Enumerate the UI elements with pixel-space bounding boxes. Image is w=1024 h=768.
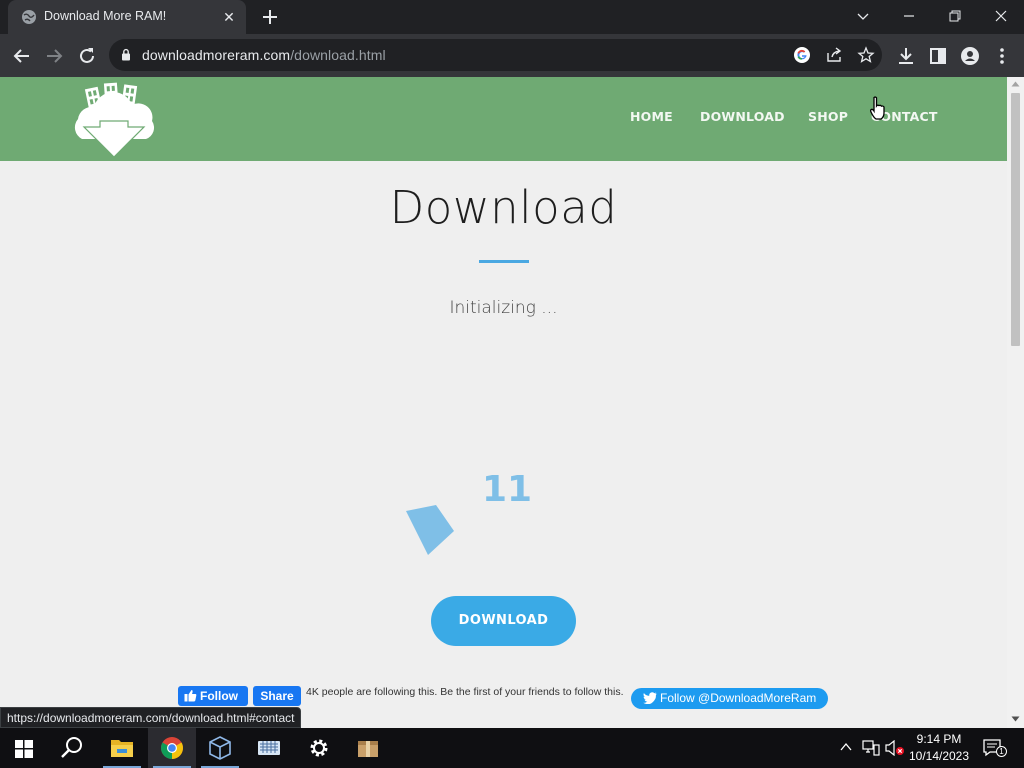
url-path: /download.html (290, 47, 386, 63)
facebook-share-button[interactable]: Share (253, 686, 301, 706)
twitter-follow-button[interactable]: Follow @DownloadMoreRam (631, 688, 828, 709)
package-icon (358, 741, 378, 757)
settings-button[interactable] (295, 728, 343, 768)
chevron-down-icon (857, 13, 869, 20)
nav-home[interactable]: HOME (630, 109, 673, 124)
browser-tab[interactable]: Download More RAM! ✕ (8, 0, 246, 34)
browser-toolbar: downloadmoreram.com/download.html (0, 34, 1024, 77)
minimize-icon (904, 15, 914, 17)
globe-icon (22, 10, 36, 24)
thumbs-up-icon (184, 690, 197, 702)
loading-spinner-icon (406, 505, 454, 555)
facebook-follow-text: 4K people are following this. Be the fir… (306, 686, 624, 698)
volume-muted-icon[interactable] (885, 740, 905, 756)
network-icon[interactable] (862, 740, 880, 756)
restore-icon (949, 10, 961, 22)
scroll-thumb[interactable] (1011, 93, 1020, 346)
tab-strip: Download More RAM! ✕ (0, 0, 1024, 34)
keyboard-app-button[interactable] (245, 728, 293, 768)
close-window-button[interactable] (978, 0, 1024, 32)
clock-time: 9:14 PM (916, 732, 962, 746)
bookmark-star-icon[interactable] (857, 46, 875, 64)
windows-logo-icon (15, 740, 33, 758)
web-page: HOME DOWNLOAD SHOP CONTACT Download Init… (0, 77, 1007, 728)
chrome-taskbar-button[interactable] (148, 728, 196, 768)
restore-button[interactable] (932, 0, 978, 32)
site-header: HOME DOWNLOAD SHOP CONTACT (0, 77, 1007, 161)
scroll-up-icon[interactable] (1011, 81, 1020, 87)
tab-search-button[interactable] (840, 0, 886, 32)
lock-icon[interactable] (121, 48, 131, 61)
page-scrollbar[interactable] (1007, 77, 1024, 728)
download-status: Initializing ... (449, 298, 558, 318)
download-button[interactable]: DOWNLOAD (431, 596, 576, 646)
reload-icon[interactable] (76, 45, 98, 67)
nav-download[interactable]: DOWNLOAD (700, 109, 785, 124)
new-tab-button[interactable] (259, 7, 281, 27)
taskbar: 9:14 PM 10/14/2023 1 (0, 728, 1024, 768)
file-explorer-button[interactable] (98, 728, 146, 768)
show-hidden-icons-icon[interactable] (840, 742, 852, 752)
facebook-follow-button[interactable]: Follow (178, 686, 248, 706)
title-divider (479, 260, 529, 263)
download-icon[interactable] (895, 45, 917, 67)
site-logo[interactable] (70, 81, 160, 159)
tab-title: Download More RAM! (44, 9, 167, 23)
page-title: Download (389, 181, 618, 234)
virtualbox-icon (209, 736, 231, 760)
nav-shop[interactable]: SHOP (808, 109, 848, 124)
scroll-down-icon[interactable] (1011, 716, 1020, 722)
start-button[interactable] (0, 728, 48, 768)
profile-icon[interactable] (959, 45, 981, 67)
google-icon[interactable] (793, 46, 811, 64)
link-status-url: https://downloadmoreram.com/download.htm… (0, 707, 302, 728)
facebook-follow-label: Follow (200, 689, 238, 703)
hand-cursor-icon (869, 96, 885, 120)
notification-count: 1 (996, 746, 1007, 757)
url-text: downloadmoreram.com/download.html (142, 47, 386, 63)
tab-close-button[interactable]: ✕ (220, 8, 238, 26)
package-app-button[interactable] (344, 728, 392, 768)
minimize-button[interactable] (886, 0, 932, 32)
search-button[interactable] (48, 728, 96, 768)
clock-date: 10/14/2023 (908, 749, 970, 763)
keyboard-icon (258, 741, 280, 755)
virtualbox-button[interactable] (196, 728, 244, 768)
system-clock[interactable]: 9:14 PM 10/14/2023 (904, 731, 974, 765)
twitter-follow-label: Follow @DownloadMoreRam (660, 691, 817, 705)
twitter-bird-icon (643, 692, 657, 704)
forward-arrow-icon[interactable] (43, 45, 65, 67)
share-icon[interactable] (825, 46, 843, 64)
address-bar[interactable]: downloadmoreram.com/download.html (109, 39, 882, 71)
chrome-icon (161, 737, 183, 759)
search-icon (61, 737, 82, 758)
notification-center-button[interactable]: 1 (983, 739, 1007, 757)
menu-kebab-icon[interactable] (991, 45, 1013, 67)
close-icon (995, 10, 1007, 22)
gear-icon (310, 739, 328, 757)
url-domain: downloadmoreram.com (142, 47, 291, 63)
download-counter: 11 (482, 469, 533, 510)
file-explorer-icon (111, 740, 133, 757)
back-arrow-icon[interactable] (11, 45, 33, 67)
side-panel-icon[interactable] (927, 45, 949, 67)
